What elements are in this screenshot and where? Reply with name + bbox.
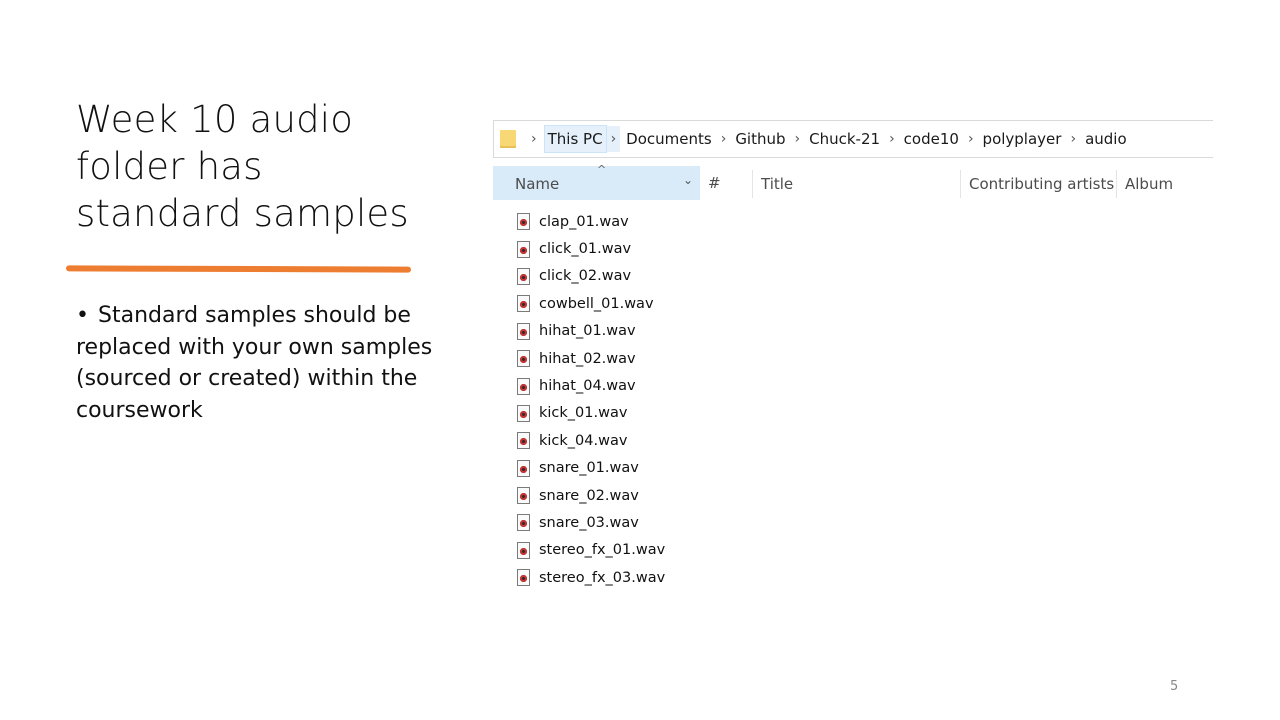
breadcrumb-audio[interactable]: audio bbox=[1083, 130, 1129, 148]
column-divider[interactable] bbox=[1116, 170, 1117, 198]
file-name: click_01.wav bbox=[539, 241, 632, 258]
chevron-right-icon[interactable]: › bbox=[531, 131, 537, 147]
file-row[interactable]: snare_01.wav bbox=[517, 455, 665, 482]
audio-file-icon bbox=[517, 267, 530, 285]
file-row[interactable]: stereo_fx_03.wav bbox=[517, 564, 665, 591]
audio-file-icon bbox=[517, 213, 530, 231]
file-name: clap_01.wav bbox=[539, 213, 629, 230]
audio-file-icon bbox=[517, 569, 530, 587]
file-name: kick_04.wav bbox=[539, 432, 628, 449]
file-name: hihat_04.wav bbox=[539, 378, 636, 395]
breadcrumb-github[interactable]: Github bbox=[733, 130, 787, 148]
title-underline bbox=[65, 265, 412, 273]
bullet-item: • Standard samples should be replaced wit… bbox=[76, 300, 446, 426]
column-header-contributing-artists[interactable]: Contributing artists bbox=[969, 175, 1114, 193]
file-name: snare_01.wav bbox=[539, 460, 639, 477]
file-name: hihat_01.wav bbox=[539, 323, 636, 340]
breadcrumb-documents[interactable]: Documents bbox=[624, 130, 714, 148]
column-name-label: Name bbox=[515, 175, 560, 193]
column-header-name[interactable]: ^ Name ⌄ bbox=[493, 163, 700, 200]
column-header-title[interactable]: Title bbox=[761, 175, 793, 193]
file-row[interactable]: stereo_fx_01.wav bbox=[517, 537, 665, 564]
file-name: kick_01.wav bbox=[539, 405, 628, 422]
file-name: snare_02.wav bbox=[539, 487, 639, 504]
file-row[interactable]: click_01.wav bbox=[517, 235, 665, 262]
slide-title: Week 10 audio folder has standard sample… bbox=[76, 98, 409, 235]
file-row[interactable]: cowbell_01.wav bbox=[517, 290, 665, 317]
audio-file-icon bbox=[517, 487, 530, 505]
file-name: snare_03.wav bbox=[539, 514, 639, 531]
bullet-list: • Standard samples should be replaced wit… bbox=[76, 300, 446, 426]
file-name: stereo_fx_03.wav bbox=[539, 569, 666, 586]
audio-file-icon bbox=[517, 432, 530, 450]
chevron-right-icon[interactable]: › bbox=[795, 131, 801, 147]
chevron-down-icon[interactable]: ⌄ bbox=[683, 173, 693, 187]
audio-file-icon bbox=[517, 514, 530, 532]
audio-file-icon bbox=[517, 541, 530, 559]
file-name: stereo_fx_01.wav bbox=[539, 542, 666, 559]
file-name: hihat_02.wav bbox=[539, 350, 636, 367]
audio-file-icon bbox=[517, 404, 530, 422]
chevron-right-icon[interactable]: › bbox=[721, 131, 727, 147]
column-divider[interactable] bbox=[960, 170, 961, 198]
address-bar[interactable]: › This PC › Documents › Github › Chuck-2… bbox=[493, 120, 1213, 158]
folder-icon bbox=[500, 130, 516, 148]
column-header-album[interactable]: Album bbox=[1125, 175, 1173, 193]
audio-file-icon bbox=[517, 295, 530, 313]
chevron-right-icon[interactable]: › bbox=[606, 126, 621, 152]
file-explorer: › This PC › Documents › Github › Chuck-2… bbox=[491, 118, 1213, 608]
chevron-right-icon[interactable]: › bbox=[968, 131, 974, 147]
breadcrumb-chuck-21[interactable]: Chuck-21 bbox=[807, 130, 882, 148]
audio-file-icon bbox=[517, 240, 530, 258]
page-number: 5 bbox=[1170, 679, 1179, 694]
breadcrumb-polyplayer[interactable]: polyplayer bbox=[981, 130, 1064, 148]
file-row[interactable]: hihat_04.wav bbox=[517, 372, 665, 399]
column-header-row: ^ Name ⌄ # Title Contributing artists Al… bbox=[493, 163, 1213, 200]
file-row[interactable]: kick_01.wav bbox=[517, 400, 665, 427]
file-row[interactable]: clap_01.wav bbox=[517, 208, 665, 235]
audio-file-icon bbox=[517, 459, 530, 477]
file-row[interactable]: click_02.wav bbox=[517, 263, 665, 290]
chevron-right-icon[interactable]: › bbox=[1070, 131, 1076, 147]
file-row[interactable]: snare_02.wav bbox=[517, 482, 665, 509]
audio-file-icon bbox=[517, 377, 530, 395]
audio-file-icon bbox=[517, 350, 530, 368]
column-header-number[interactable]: # bbox=[708, 174, 721, 192]
file-name: click_02.wav bbox=[539, 268, 632, 285]
file-row[interactable]: hihat_02.wav bbox=[517, 345, 665, 372]
breadcrumb-code10[interactable]: code10 bbox=[902, 130, 961, 148]
audio-file-icon bbox=[517, 322, 530, 340]
file-row[interactable]: hihat_01.wav bbox=[517, 318, 665, 345]
file-list: clap_01.wav click_01.wav click_02.wav co… bbox=[517, 208, 665, 591]
bullet-text: Standard samples should be replaced with… bbox=[76, 303, 433, 423]
chevron-right-icon[interactable]: › bbox=[889, 131, 895, 147]
file-name: cowbell_01.wav bbox=[539, 295, 654, 312]
slide: Week 10 audio folder has standard sample… bbox=[0, 0, 1280, 720]
bullet-dot-icon: • bbox=[76, 303, 89, 328]
column-divider[interactable] bbox=[752, 170, 753, 198]
breadcrumb-this-pc[interactable]: This PC bbox=[543, 125, 607, 153]
file-row[interactable]: snare_03.wav bbox=[517, 509, 665, 536]
sort-ascending-icon: ^ bbox=[597, 163, 607, 176]
file-row[interactable]: kick_04.wav bbox=[517, 427, 665, 454]
